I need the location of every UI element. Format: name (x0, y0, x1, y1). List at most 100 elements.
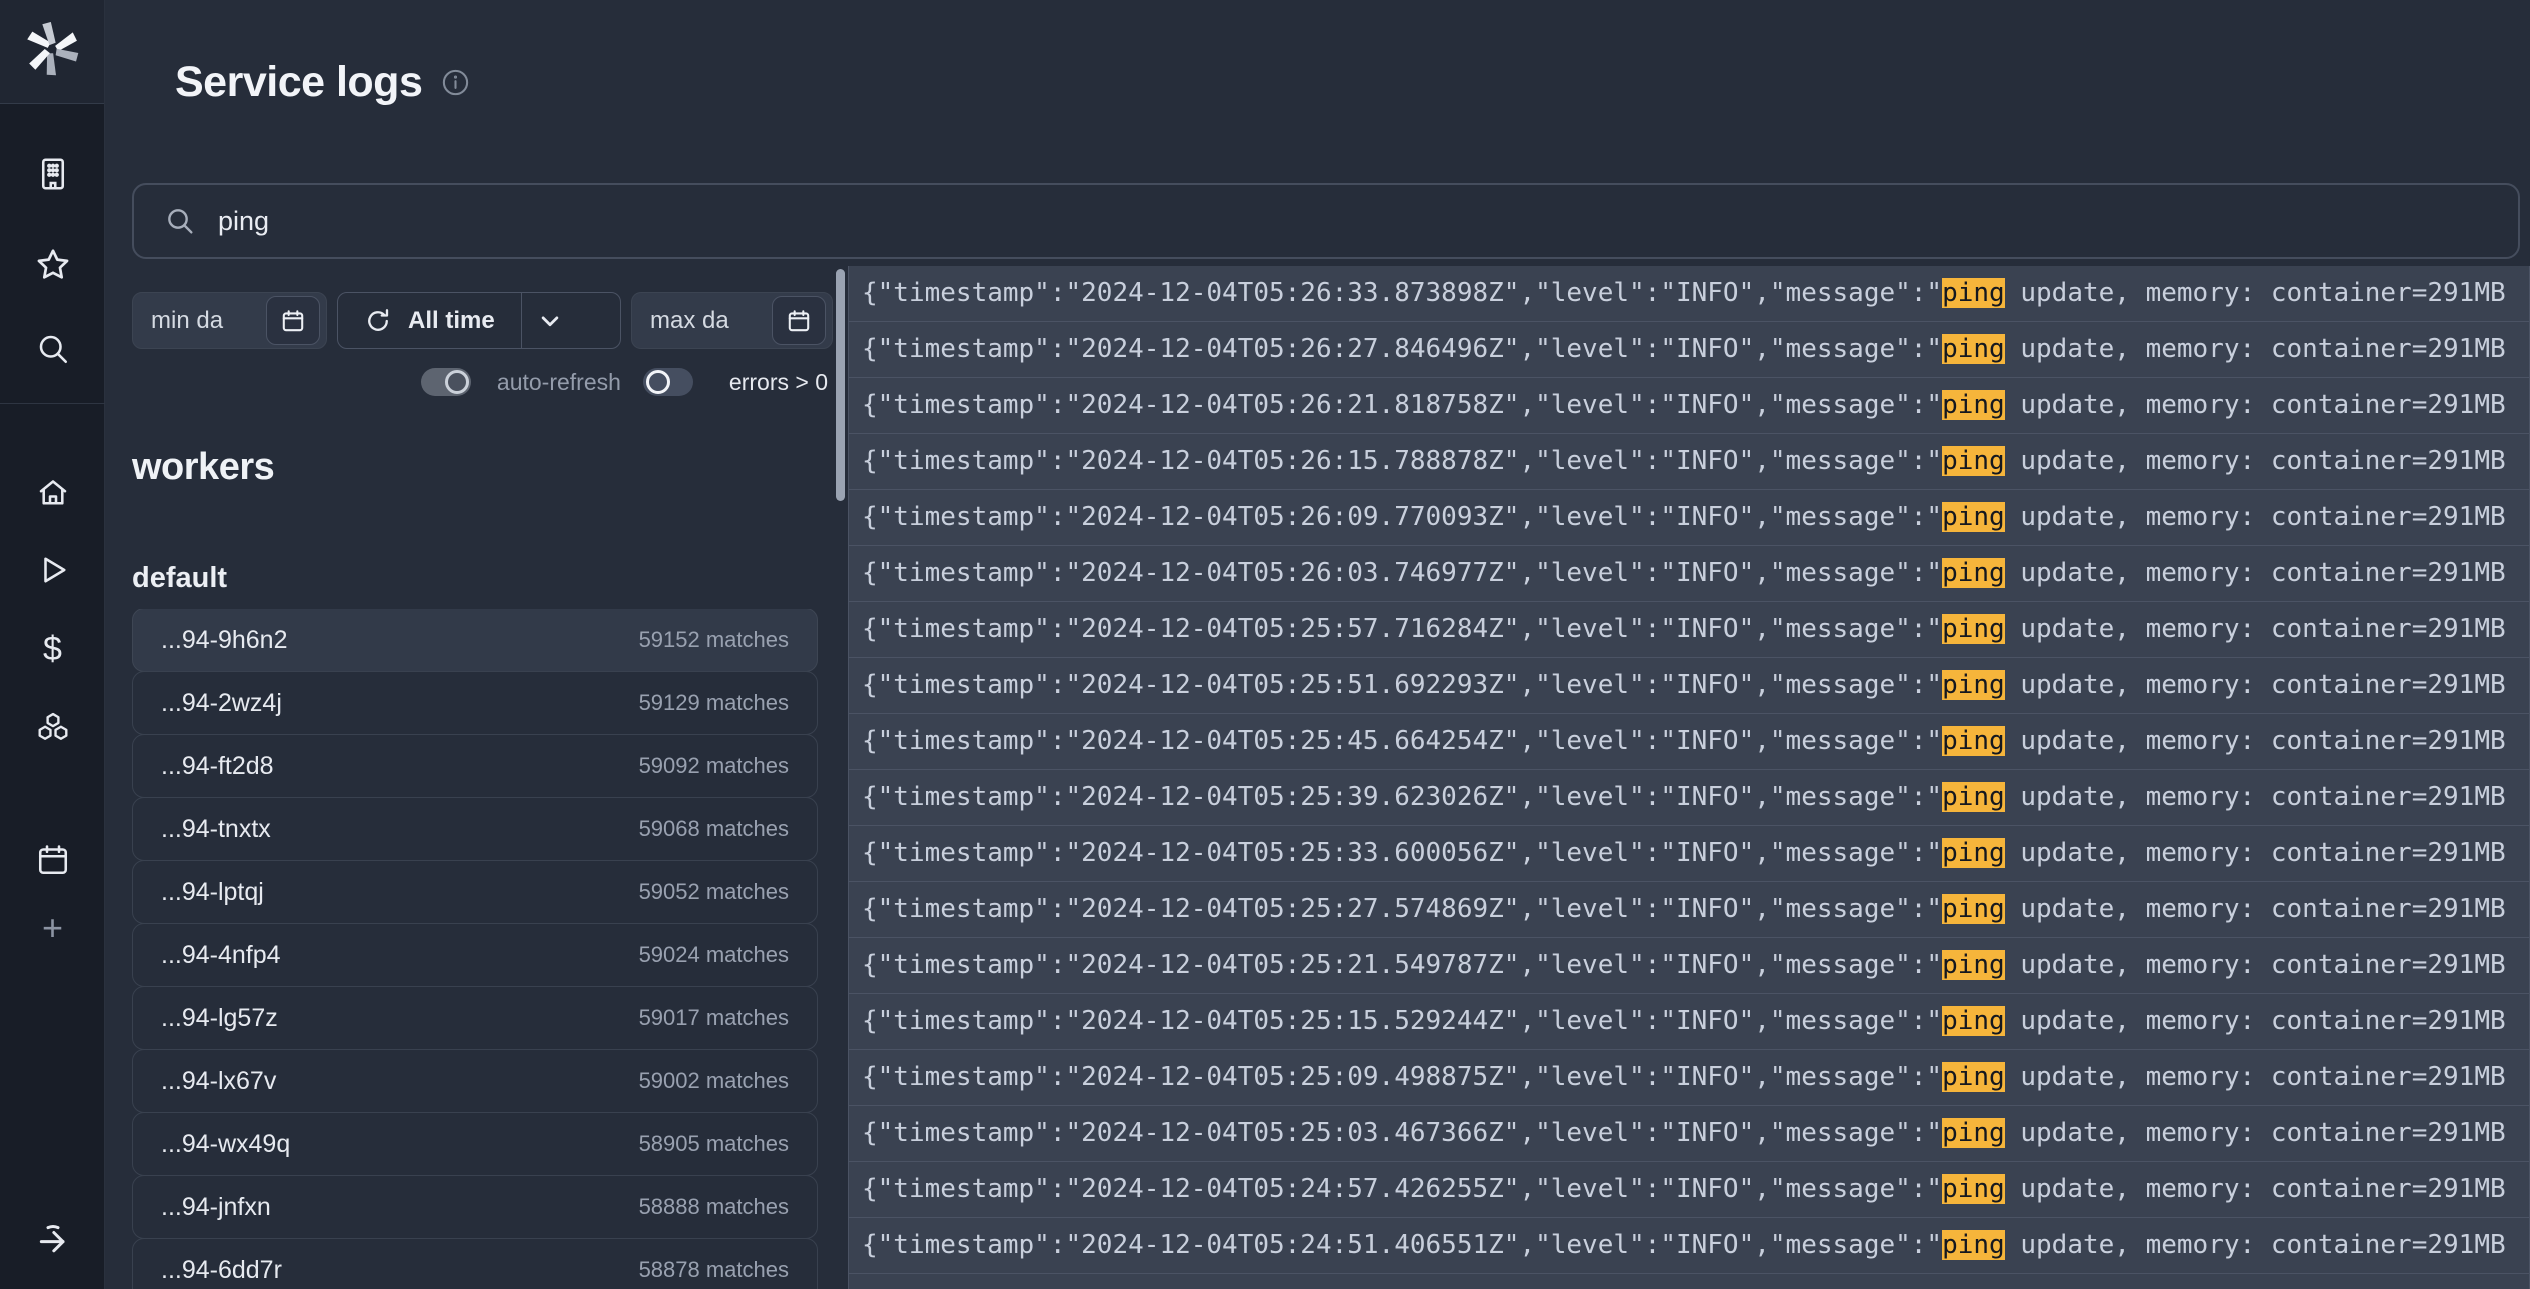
log-row[interactable]: {"timestamp":"2024-12-04T05:26:15.788878… (848, 433, 2530, 490)
calendar-icon (280, 308, 306, 334)
errors-only-toggle[interactable] (643, 368, 693, 396)
worker-row[interactable]: ...94-2wz4j 59129 matches (132, 671, 818, 735)
worker-row[interactable]: ...94-9h6n2 59152 matches (132, 609, 818, 672)
log-row[interactable]: {"timestamp":"2024-12-04T05:25:45.664254… (848, 713, 2530, 770)
calendar-icon (35, 842, 71, 878)
worker-match-count: 59092 matches (639, 753, 789, 779)
worker-name: ...94-4nfp4 (161, 941, 281, 970)
highlighted-match: ping (1942, 614, 2005, 644)
worker-row[interactable]: ...94-ft2d859092 matches (132, 734, 818, 798)
workspace-icon (35, 156, 71, 192)
log-row[interactable]: {"timestamp":"2024-12-04T05:26:03.746977… (848, 545, 2530, 602)
worker-match-count: 59024 matches (639, 942, 789, 968)
highlighted-match: ping (1942, 446, 2005, 476)
highlighted-match: ping (1942, 1230, 2005, 1260)
windmill-logo-icon (25, 22, 79, 81)
auto-refresh-toggle[interactable] (421, 368, 471, 396)
expand-sidebar-icon (33, 1220, 73, 1260)
sidebar-item-workspace[interactable] (0, 146, 105, 202)
sidebar-item-home[interactable] (0, 464, 105, 520)
log-row[interactable]: {"timestamp":"2024-12-04T05:25:09.498875… (848, 1049, 2530, 1106)
max-date-field (631, 292, 833, 349)
worker-match-count: 59129 matches (639, 690, 789, 716)
sidebar-item-runs[interactable] (0, 542, 105, 598)
sidebar-item-schedules[interactable] (0, 832, 105, 888)
worker-name: ...94-lx67v (161, 1067, 276, 1096)
log-row[interactable]: {"timestamp":"2024-12-04T05:26:27.846496… (848, 321, 2530, 378)
worker-match-count: 59152 matches (639, 627, 789, 653)
min-date-calendar-button[interactable] (266, 296, 320, 345)
highlighted-match: ping (1942, 558, 2005, 588)
log-row[interactable]: {"timestamp":"2024-12-04T05:25:39.623026… (848, 769, 2530, 826)
time-range-button[interactable]: All time (337, 292, 621, 349)
highlighted-match: ping (1942, 894, 2005, 924)
highlighted-match: ping (1942, 1174, 2005, 1204)
plus-icon: + (42, 910, 63, 946)
play-icon (35, 552, 71, 588)
sidebar-item-add[interactable]: + (0, 900, 105, 956)
log-row[interactable]: {"timestamp":"2024-12-04T05:25:21.549787… (848, 937, 2530, 994)
log-row-partial (848, 1273, 2530, 1289)
highlighted-match: ping (1942, 278, 2005, 308)
min-date-field (132, 292, 327, 349)
time-range-dropdown[interactable] (521, 293, 579, 348)
highlighted-match: ping (1942, 502, 2005, 532)
search-input[interactable] (218, 206, 2496, 237)
resources-boxes-icon (34, 709, 72, 747)
errors-only-label: errors > 0 (729, 369, 828, 396)
highlighted-match: ping (1942, 334, 2005, 364)
log-row[interactable]: {"timestamp":"2024-12-04T05:26:09.770093… (848, 489, 2530, 546)
worker-name: ...94-wx49q (161, 1130, 290, 1159)
filter-row: All time (132, 292, 833, 349)
worker-name: ...94-2wz4j (161, 689, 282, 718)
worker-row[interactable]: ...94-lg57z59017 matches (132, 986, 818, 1050)
log-row[interactable]: {"timestamp":"2024-12-04T05:25:27.574869… (848, 881, 2530, 938)
log-row[interactable]: {"timestamp":"2024-12-04T05:24:57.426255… (848, 1161, 2530, 1218)
log-row[interactable]: {"timestamp":"2024-12-04T05:25:51.692293… (848, 657, 2530, 714)
sidebar-divider (0, 403, 105, 404)
home-icon (35, 474, 71, 510)
log-row[interactable]: {"timestamp":"2024-12-04T05:26:21.818758… (848, 377, 2530, 434)
time-range-main[interactable]: All time (338, 293, 521, 348)
log-row[interactable]: {"timestamp":"2024-12-04T05:25:33.600056… (848, 825, 2530, 882)
log-search-bar (132, 183, 2520, 259)
worker-row[interactable]: ...94-6dd7r58878 matches (132, 1238, 818, 1289)
worker-row[interactable]: ...94-lx67v59002 matches (132, 1049, 818, 1113)
sidebar-expand-button[interactable] (0, 1212, 105, 1268)
highlighted-match: ping (1942, 950, 2005, 980)
worker-name: ...94-tnxtx (161, 815, 271, 844)
sidebar: $ + (0, 0, 105, 1289)
worker-row[interactable]: ...94-lptqj59052 matches (132, 860, 818, 924)
worker-row[interactable]: ...94-jnfxn58888 matches (132, 1175, 818, 1239)
worker-match-count: 59017 matches (639, 1005, 789, 1031)
highlighted-match: ping (1942, 726, 2005, 756)
log-row[interactable]: {"timestamp":"2024-12-04T05:26:33.873898… (848, 266, 2530, 322)
toggle-row: auto-refresh errors > 0 (132, 366, 828, 398)
worker-row[interactable]: ...94-wx49q58905 matches (132, 1112, 818, 1176)
sidebar-item-variables[interactable]: $ (0, 621, 105, 677)
worker-name: ...94-9h6n2 (161, 626, 288, 655)
max-date-calendar-button[interactable] (772, 296, 826, 345)
sidebar-item-favorites[interactable] (0, 237, 105, 293)
sidebar-item-search[interactable] (0, 321, 105, 377)
sidebar-item-resources[interactable] (0, 700, 105, 756)
log-row[interactable]: {"timestamp":"2024-12-04T05:25:03.467366… (848, 1105, 2530, 1162)
log-row[interactable]: {"timestamp":"2024-12-04T05:24:51.406551… (848, 1217, 2530, 1274)
highlighted-match: ping (1942, 782, 2005, 812)
log-panel-scrollbar[interactable] (836, 269, 845, 501)
worker-row[interactable]: ...94-tnxtx59068 matches (132, 797, 818, 861)
highlighted-match: ping (1942, 1062, 2005, 1092)
service-logs-page: $ + (0, 0, 2530, 1289)
info-icon[interactable] (440, 67, 471, 98)
log-row[interactable]: {"timestamp":"2024-12-04T05:25:57.716284… (848, 601, 2530, 658)
log-row[interactable]: {"timestamp":"2024-12-04T05:25:15.529244… (848, 993, 2530, 1050)
dollar-icon: $ (43, 632, 62, 666)
refresh-icon (364, 307, 392, 335)
page-title: Service logs (175, 58, 422, 107)
worker-name: ...94-lptqj (161, 878, 264, 907)
highlighted-match: ping (1942, 390, 2005, 420)
worker-match-count: 58878 matches (639, 1257, 789, 1283)
worker-match-count: 58888 matches (639, 1194, 789, 1220)
workspace-logo-button[interactable] (0, 0, 104, 104)
worker-row[interactable]: ...94-4nfp4 59024 matches (132, 923, 818, 987)
